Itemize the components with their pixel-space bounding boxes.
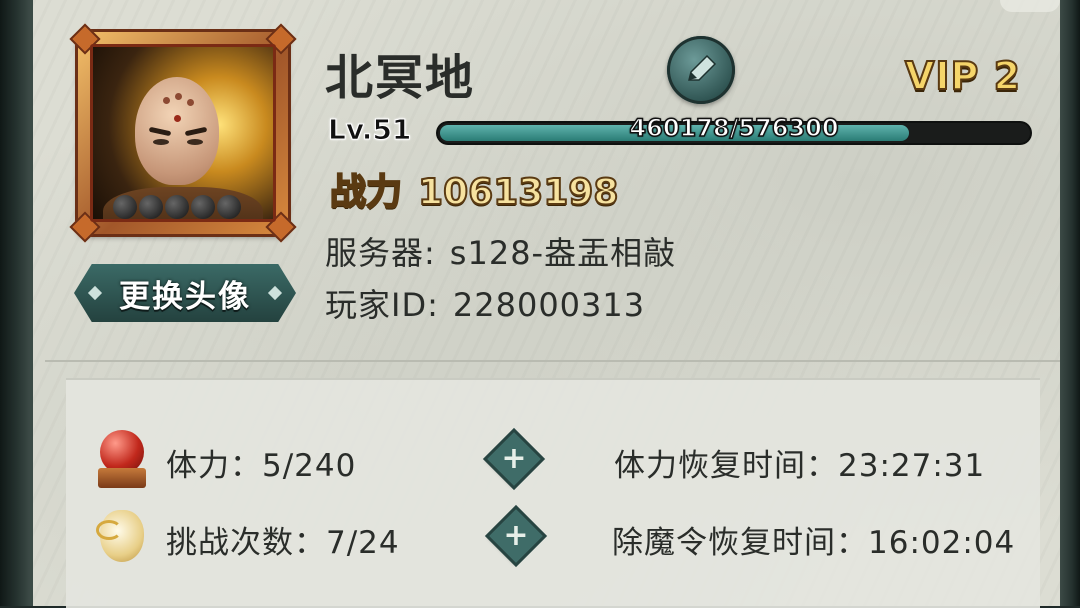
server-label: 服务器:: [325, 234, 436, 272]
section-divider: [45, 360, 1060, 362]
add-stamina-button[interactable]: +: [487, 432, 541, 486]
add-challenge-button[interactable]: +: [489, 509, 543, 563]
token-recover-time: 除魔令恢复时间：16:02:04: [612, 525, 1016, 561]
challenge-count: 挑战次数：7/24: [166, 525, 400, 561]
player-name: 北冥地: [325, 50, 476, 106]
top-right-ornament: [1000, 0, 1060, 12]
left-frame-border: [0, 0, 30, 606]
gourd-token-icon: [96, 506, 150, 566]
stamina-count: 体力：5/240: [166, 448, 357, 484]
right-frame-border: [1060, 0, 1080, 606]
server-info: 服务器: s128-盎盂相敲: [325, 228, 676, 274]
forehead-mark: [187, 99, 194, 106]
right-brow: [184, 126, 208, 137]
prayer-beads: [113, 195, 253, 219]
combat-power-label: 战力: [329, 171, 403, 214]
right-eye: [187, 139, 203, 145]
avatar-portrait: [90, 44, 276, 222]
vip-badge[interactable]: VIP 2: [904, 53, 1021, 99]
left-brow: [148, 126, 172, 137]
change-avatar-button[interactable]: 更换头像: [74, 264, 296, 322]
edit-name-button[interactable]: [667, 36, 735, 104]
forehead-mark: [163, 97, 170, 104]
forehead-mark: [174, 115, 181, 122]
forehead-mark: [175, 93, 182, 100]
combat-power: 战力 10613198: [329, 163, 619, 215]
plus-icon: +: [501, 441, 527, 476]
player-avatar[interactable]: [69, 23, 297, 243]
player-id-value: 228000313: [452, 286, 646, 324]
plus-icon: +: [503, 518, 529, 553]
stats-panel: [66, 378, 1040, 608]
player-id-info: 玩家ID: 228000313: [325, 280, 645, 326]
red-orb-icon: [96, 428, 150, 488]
monk-head: [135, 77, 219, 185]
player-id-label: 玩家ID:: [325, 286, 439, 324]
xp-progress-text: 460178/576300: [629, 113, 840, 143]
xp-progress-bar: 460178/576300: [438, 113, 1030, 143]
server-value: s128-盎盂相敲: [449, 234, 677, 272]
left-eye: [153, 139, 169, 145]
player-level: Lv.51: [327, 113, 412, 147]
pencil-icon: [688, 54, 717, 81]
stamina-recover-time: 体力恢复时间：23:27:31: [614, 448, 986, 484]
combat-power-value: 10613198: [417, 171, 619, 214]
